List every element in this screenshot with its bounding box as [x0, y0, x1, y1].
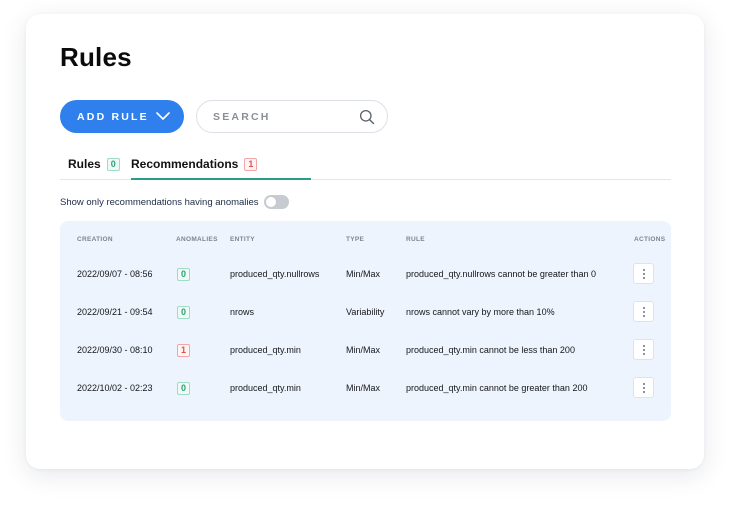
chevron-down-icon	[156, 112, 170, 120]
cell-rule: produced_qty.min cannot be less than 200	[406, 345, 575, 355]
header-creation[interactable]: CREATION	[77, 236, 113, 243]
search-box[interactable]	[196, 100, 388, 133]
anomaly-count-badge: 0	[177, 305, 191, 319]
tab-bar: Rules 0 Recommendations 1	[60, 152, 671, 180]
cell-rule: produced_qty.nullrows cannot be greater …	[406, 269, 596, 279]
cell-entity: produced_qty.min	[230, 345, 301, 355]
tab-rules[interactable]: Rules 0	[68, 157, 120, 171]
active-tab-indicator	[131, 178, 311, 180]
tab-recommendations-count-badge: 1	[244, 157, 258, 171]
anomaly-filter: Show only recommendations having anomali…	[60, 195, 289, 209]
cell-creation: 2022/09/21 - 09:54	[77, 307, 153, 317]
table-row[interactable]: 2022/09/07 - 08:56 0 produced_qty.nullro…	[60, 255, 671, 293]
anomaly-filter-label: Show only recommendations having anomali…	[60, 196, 259, 208]
table-row[interactable]: 2022/09/21 - 09:54 0 nrows Variability n…	[60, 293, 671, 331]
header-type[interactable]: TYPE	[346, 236, 364, 243]
cell-creation: 2022/10/02 - 02:23	[77, 383, 153, 393]
cell-type: Min/Max	[346, 383, 381, 393]
table-row[interactable]: 2022/10/02 - 02:23 0 produced_qty.min Mi…	[60, 369, 671, 407]
cell-entity: produced_qty.min	[230, 383, 301, 393]
add-rule-button[interactable]: ADD RULE	[60, 100, 184, 133]
anomaly-count-badge: 1	[177, 343, 191, 357]
tab-recommendations[interactable]: Recommendations 1	[131, 157, 258, 171]
page-title: Rules	[60, 42, 132, 72]
cell-type: Min/Max	[346, 269, 381, 279]
header-rule[interactable]: RULE	[406, 236, 425, 243]
cell-rule: nrows cannot vary by more than 10%	[406, 307, 555, 317]
search-icon[interactable]	[359, 109, 375, 125]
search-input[interactable]	[213, 109, 353, 125]
kebab-menu-icon[interactable]	[633, 301, 654, 322]
tab-recommendations-label: Recommendations	[131, 157, 239, 171]
kebab-menu-icon[interactable]	[633, 339, 654, 360]
anomaly-count-badge: 0	[177, 267, 191, 281]
kebab-menu-icon[interactable]	[633, 377, 654, 398]
cell-creation: 2022/09/07 - 08:56	[77, 269, 153, 279]
cell-entity: nrows	[230, 307, 255, 317]
header-anomalies[interactable]: ANOMALIES	[176, 236, 218, 243]
cell-entity: produced_qty.nullrows	[230, 269, 320, 279]
table-row[interactable]: 2022/09/30 - 08:10 1 produced_qty.min Mi…	[60, 331, 671, 369]
recommendations-table: CREATION ANOMALIES ENTITY TYPE RULE ACTI…	[60, 221, 671, 421]
anomaly-filter-toggle[interactable]	[263, 195, 289, 209]
add-rule-label: ADD RULE	[77, 110, 149, 123]
cell-rule: produced_qty.min cannot be greater than …	[406, 383, 588, 393]
anomaly-count-badge: 0	[177, 381, 191, 395]
cell-type: Min/Max	[346, 345, 381, 355]
header-actions: ACTIONS	[634, 236, 666, 243]
tab-rules-count-badge: 0	[106, 157, 120, 171]
cell-type: Variability	[346, 307, 385, 317]
header-entity[interactable]: ENTITY	[230, 236, 255, 243]
cell-creation: 2022/09/30 - 08:10	[77, 345, 153, 355]
kebab-menu-icon[interactable]	[633, 263, 654, 284]
tab-rules-label: Rules	[68, 157, 101, 171]
